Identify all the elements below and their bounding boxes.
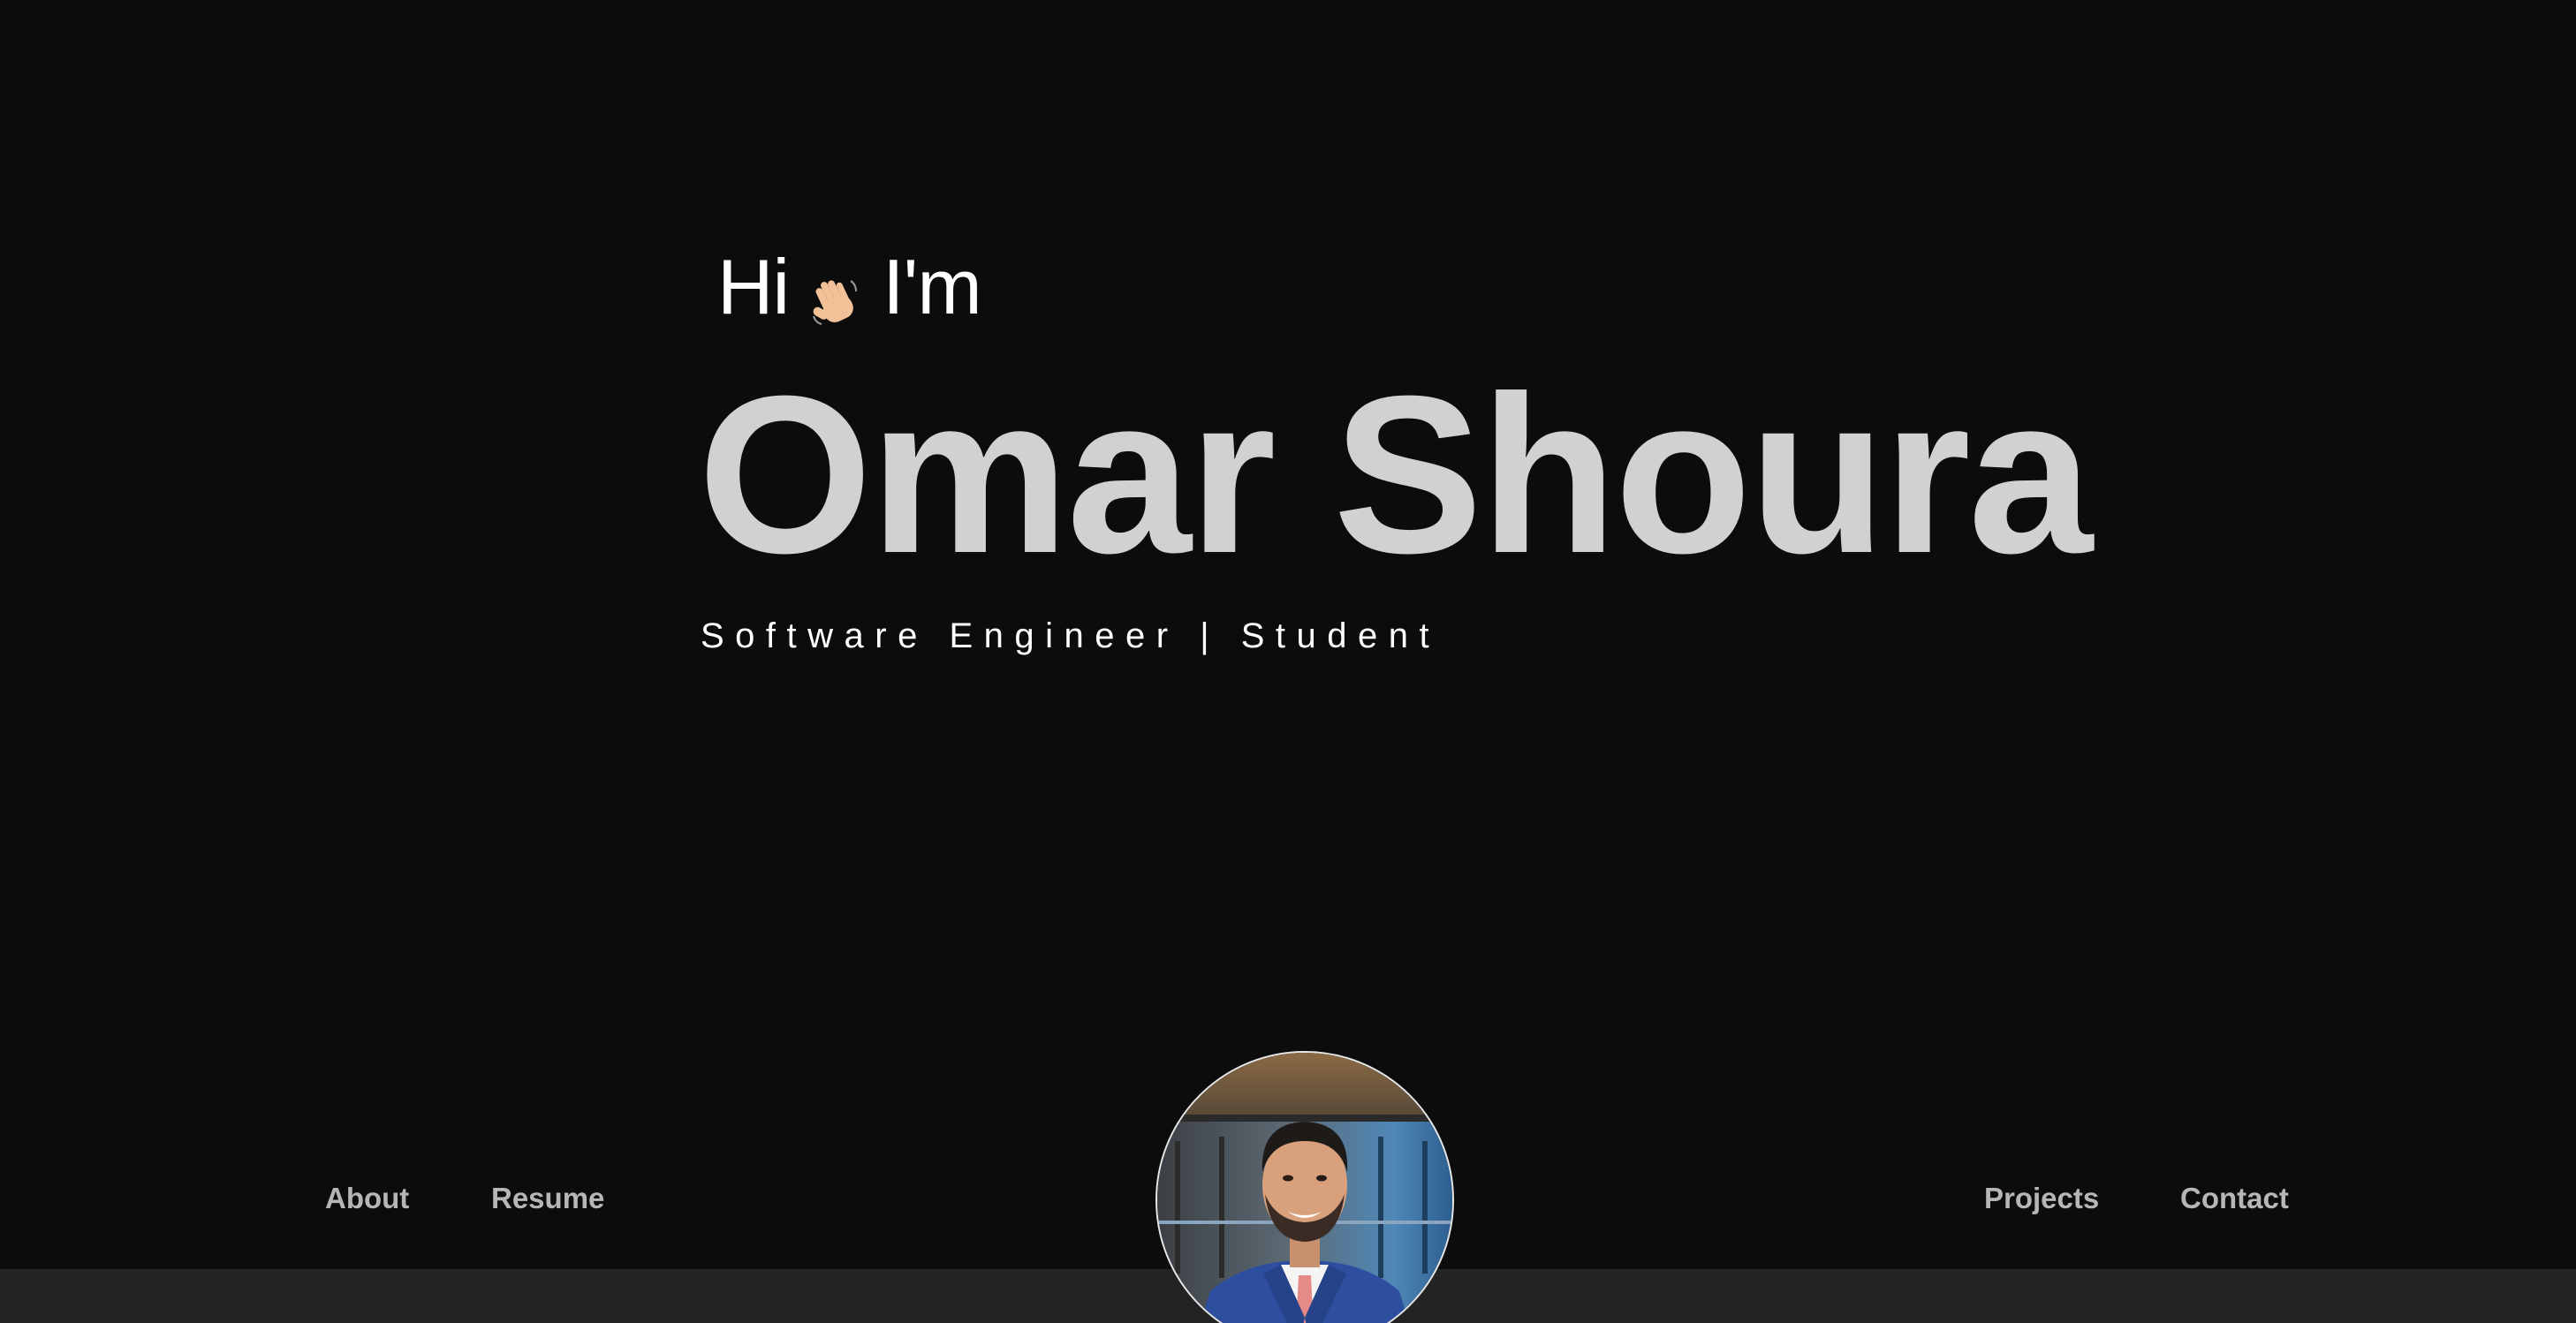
nav-projects-link[interactable]: Projects xyxy=(1984,1182,2099,1215)
profile-photo-icon xyxy=(1157,1053,1452,1323)
profile-avatar[interactable] xyxy=(1155,1051,1454,1323)
nav-resume-link[interactable]: Resume xyxy=(491,1182,604,1215)
greeting-prefix: Hi xyxy=(717,243,790,330)
greeting: Hi I'm xyxy=(717,238,982,336)
hero-subtitle: Software Engineer | Student xyxy=(701,616,1441,655)
waving-hand-icon xyxy=(807,259,863,325)
hero-name: Omar Shoura xyxy=(698,349,2093,600)
greeting-suffix: I'm xyxy=(883,243,982,330)
portfolio-page: Hi I'm Omar Shoura Software Engineer | S… xyxy=(0,0,2576,1323)
nav-contact-link[interactable]: Contact xyxy=(2180,1182,2289,1215)
nav-about-link[interactable]: About xyxy=(325,1182,409,1215)
